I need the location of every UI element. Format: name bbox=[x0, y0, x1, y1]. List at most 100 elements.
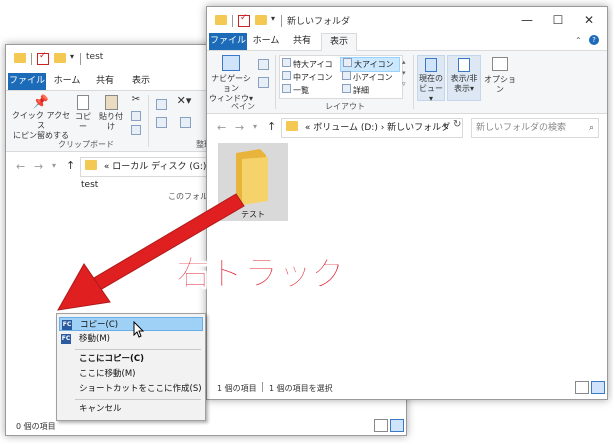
tab-share[interactable]: 共有 bbox=[88, 73, 122, 90]
new-folder-icon[interactable] bbox=[54, 53, 66, 63]
delete-icon[interactable]: ✕▾ bbox=[176, 95, 192, 106]
front-titlebar: ▾ 新しいフォルダ — ☐ ✕ bbox=[207, 7, 607, 35]
forward-arrow-icon[interactable]: → bbox=[235, 121, 244, 134]
context-menu: FC コピー(C) FC 移動(M) ここにコピー(C) ここに移動(M) ショ… bbox=[56, 313, 206, 421]
details-view-icon[interactable] bbox=[374, 419, 388, 432]
annotation-text: 右ドラッグ bbox=[176, 254, 347, 295]
details-pane-icon[interactable] bbox=[257, 77, 269, 91]
group-label-pane: ペイン bbox=[231, 102, 255, 111]
folder-icon bbox=[215, 15, 227, 25]
menu-item-create-shortcut[interactable]: ショートカットをここに作成(S) bbox=[59, 382, 203, 396]
options-button[interactable]: オプション bbox=[483, 55, 517, 95]
current-view-icon bbox=[425, 58, 437, 72]
address-path: ボリューム (D:) › 新しいフォルダ bbox=[313, 123, 451, 133]
mouse-cursor-icon bbox=[133, 321, 145, 338]
layout-medium[interactable]: 中アイコン bbox=[282, 71, 338, 83]
tab-share[interactable]: 共有 bbox=[285, 33, 319, 50]
collapse-ribbon-icon[interactable]: ⌃ bbox=[575, 36, 582, 45]
help-icon[interactable]: ? bbox=[589, 35, 599, 45]
back-arrow-icon[interactable]: ← bbox=[16, 160, 25, 173]
status-selected-count: 1 個の項目を選択 bbox=[269, 384, 333, 393]
rename-icon[interactable] bbox=[178, 117, 192, 131]
address-bar[interactable]: « ローカル ディスク (G:) › test bbox=[80, 157, 218, 190]
up-arrow-icon[interactable]: ↑ bbox=[267, 120, 276, 133]
current-view-button[interactable]: 現在の ビュー▾ bbox=[417, 55, 445, 103]
copy-path-icon[interactable] bbox=[130, 111, 142, 124]
folder-item[interactable]: テスト bbox=[218, 143, 288, 221]
address-bar[interactable]: « ボリューム (D:) › 新しいフォルダ bbox=[281, 118, 463, 138]
recent-chevron-icon[interactable]: ▾ bbox=[253, 122, 257, 131]
copy-to-icon[interactable] bbox=[154, 117, 168, 131]
folder-icon bbox=[85, 160, 97, 170]
refresh-icon[interactable]: ↻ bbox=[453, 119, 461, 130]
copy-button[interactable]: コピー bbox=[72, 95, 94, 132]
show-hide-button[interactable]: 表示/非 表示▾ bbox=[447, 55, 481, 101]
search-icon: ⌕ bbox=[588, 123, 594, 133]
pin-icon: 📌 bbox=[32, 95, 50, 110]
layout-gallery: 特大アイコン 大アイコン 中アイコン 小アイコン 一覧 詳細 bbox=[279, 55, 403, 99]
fastcopy-icon: FC bbox=[62, 320, 72, 330]
menu-item-copy-here[interactable]: ここにコピー(C) bbox=[59, 352, 203, 366]
folder-large-icon bbox=[236, 149, 268, 205]
front-explorer-window: ▾ 新しいフォルダ — ☐ ✕ ファイル ホーム 共有 表示 ⌃ ? ナビゲーシ… bbox=[206, 6, 608, 400]
tab-file[interactable]: ファイル bbox=[209, 33, 247, 50]
status-item-count: 0 個の項目 bbox=[16, 422, 56, 431]
folder-icon bbox=[286, 121, 298, 131]
copy-icon bbox=[77, 95, 89, 110]
folder-label: テスト bbox=[241, 210, 265, 219]
paste-icon bbox=[104, 95, 118, 110]
menu-item-cancel[interactable]: キャンセル bbox=[59, 402, 203, 416]
preview-pane-icon[interactable] bbox=[257, 59, 269, 73]
new-folder-icon[interactable] bbox=[255, 15, 267, 25]
tab-view[interactable]: 表示 bbox=[124, 73, 158, 90]
tab-view[interactable]: 表示 bbox=[321, 33, 357, 51]
options-icon bbox=[492, 57, 508, 71]
move-to-icon[interactable] bbox=[154, 99, 168, 113]
tab-home[interactable]: ホーム bbox=[249, 33, 283, 50]
tab-home[interactable]: ホーム bbox=[50, 73, 84, 90]
chevron-down-icon[interactable]: ▾ bbox=[271, 14, 275, 23]
ribbon: ナビゲーション ウィンドウ▾ ペイン 特大アイコン 大アイコン 中アイコン 小ア… bbox=[207, 51, 607, 114]
address-dropdown-icon[interactable]: ▾ bbox=[443, 121, 447, 130]
search-input[interactable]: 新しいフォルダの検索 ⌕ bbox=[471, 118, 599, 138]
navigation-pane-icon bbox=[222, 55, 240, 71]
layout-large[interactable]: 大アイコン bbox=[340, 57, 400, 72]
group-label-layout: レイアウト bbox=[325, 102, 365, 111]
large-icons-view-icon[interactable] bbox=[390, 419, 404, 432]
menu-item-move-here[interactable]: ここに移動(M) bbox=[59, 367, 203, 381]
show-hide-icon bbox=[458, 58, 470, 72]
ribbon-tabs: ファイル ホーム 共有 表示 ⌃ ? bbox=[207, 33, 607, 51]
navigation-pane-button[interactable]: ナビゲーション ウィンドウ▾ bbox=[209, 55, 253, 104]
cut-icon[interactable]: ✂ bbox=[130, 95, 142, 105]
recent-chevron-icon[interactable]: ▾ bbox=[52, 161, 56, 170]
status-item-count: 1 個の項目 bbox=[217, 384, 257, 393]
minimize-button[interactable]: — bbox=[513, 11, 541, 29]
layout-small[interactable]: 小アイコン bbox=[342, 71, 398, 83]
group-label-clipboard: クリップボード bbox=[58, 140, 114, 149]
layout-list[interactable]: 一覧 bbox=[282, 84, 338, 96]
menu-item-fastcopy-copy[interactable]: FC コピー(C) bbox=[59, 317, 203, 331]
close-button[interactable]: ✕ bbox=[575, 11, 603, 29]
chevron-down-icon[interactable]: ▾ bbox=[70, 52, 74, 61]
folder-icon bbox=[14, 53, 26, 63]
details-view-icon[interactable] bbox=[575, 381, 589, 394]
forward-arrow-icon[interactable]: → bbox=[34, 160, 43, 173]
layout-extra-large[interactable]: 特大アイコン bbox=[282, 58, 338, 80]
back-arrow-icon[interactable]: ← bbox=[217, 121, 226, 134]
address-path: ローカル ディスク (G:) › test bbox=[81, 162, 213, 190]
up-arrow-icon[interactable]: ↑ bbox=[66, 159, 75, 172]
paste-shortcut-icon[interactable] bbox=[130, 125, 142, 138]
window-title: 新しいフォルダ bbox=[287, 17, 351, 27]
maximize-button[interactable]: ☐ bbox=[544, 11, 572, 29]
paste-button[interactable]: 貼り付け bbox=[96, 95, 126, 132]
gallery-scroll-icon[interactable]: ▴ ▾ ▿ bbox=[402, 57, 406, 90]
menu-item-fastcopy-move[interactable]: FC 移動(M) bbox=[59, 332, 203, 346]
fastcopy-icon: FC bbox=[61, 334, 71, 344]
properties-icon[interactable] bbox=[37, 51, 49, 65]
layout-details[interactable]: 詳細 bbox=[342, 84, 398, 96]
window-title: test bbox=[86, 52, 104, 62]
properties-icon[interactable] bbox=[238, 13, 250, 27]
large-icons-view-icon[interactable] bbox=[591, 381, 605, 394]
pin-quick-access-button[interactable]: 📌 クイック アクセス にピン留めする bbox=[10, 95, 72, 141]
tab-file[interactable]: ファイル bbox=[8, 73, 46, 90]
